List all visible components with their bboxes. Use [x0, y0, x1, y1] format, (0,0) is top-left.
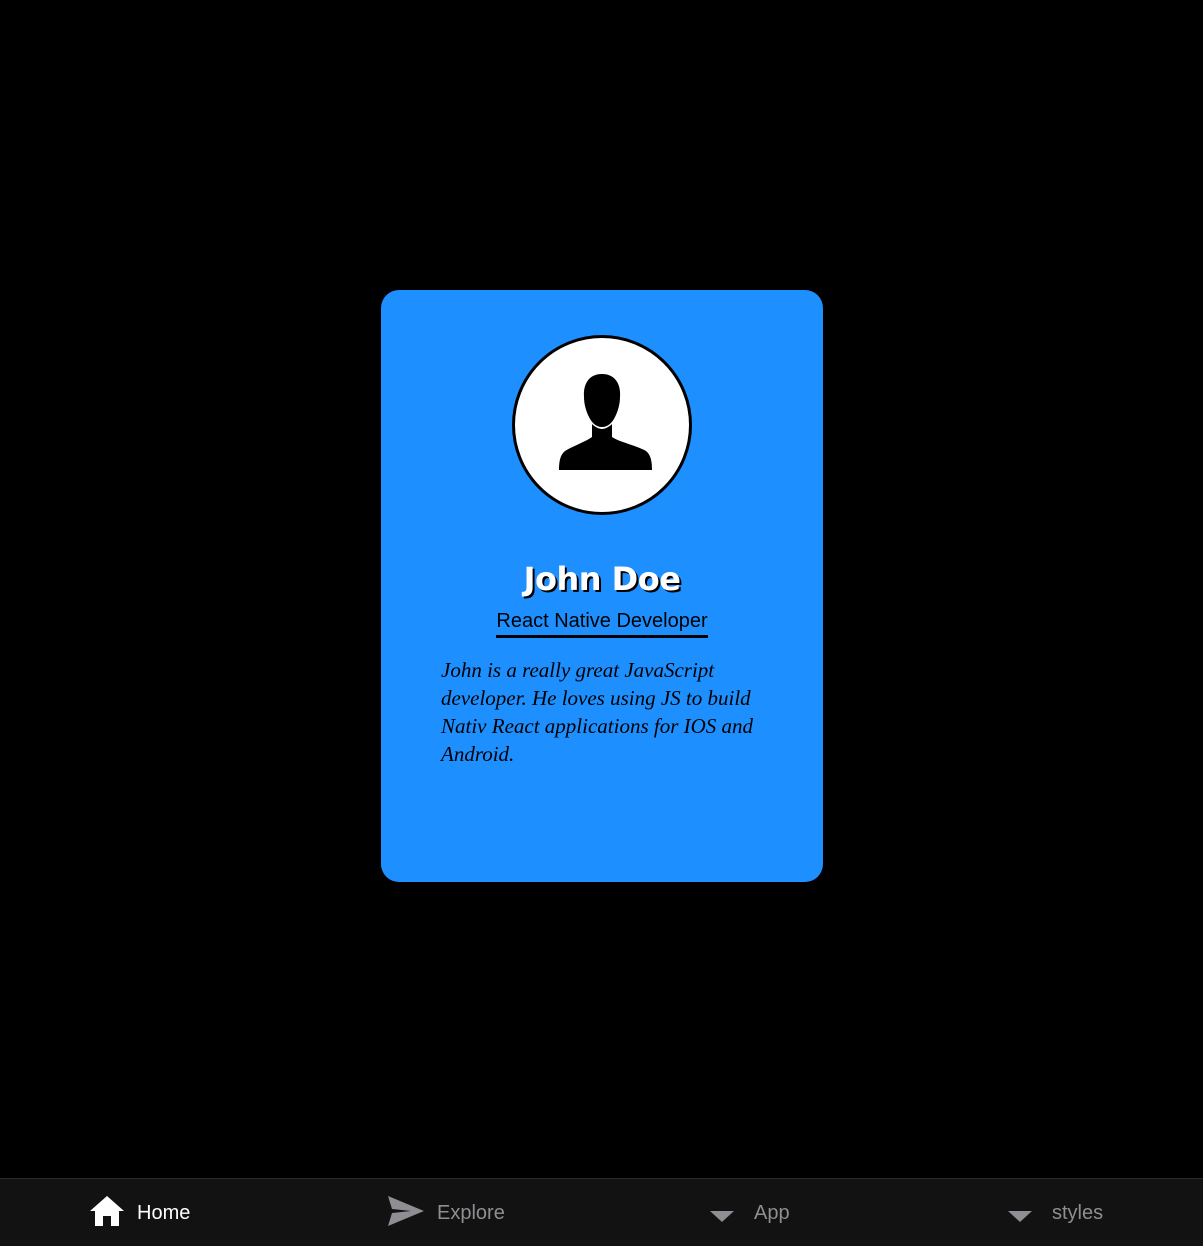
caret-down-icon [710, 1210, 734, 1222]
tab-home[interactable]: Home [89, 1179, 190, 1246]
profile-card: John Doe React Native Developer John is … [381, 290, 823, 882]
user-silhouette-icon [559, 374, 652, 470]
tab-explore[interactable]: Explore [387, 1179, 505, 1246]
tab-app-label: App [754, 1201, 790, 1224]
app-root: John Doe React Native Developer John is … [0, 0, 1203, 1246]
tab-styles-label: styles [1052, 1201, 1104, 1224]
profile-role-container: React Native Developer [381, 610, 823, 638]
avatar [512, 335, 692, 515]
profile-bio: John is a really great JavaScript develo… [441, 658, 754, 766]
bottom-tab-bar: Home Explore App styles [0, 1178, 1203, 1246]
tab-explore-label: Explore [437, 1201, 505, 1224]
tab-styles[interactable]: styles [1008, 1179, 1103, 1246]
caret-down-icon [1008, 1210, 1032, 1222]
main-content: John Doe React Native Developer John is … [0, 0, 1203, 1178]
send-icon [387, 1195, 425, 1232]
profile-role: React Native Developer [496, 610, 708, 638]
home-icon [89, 1195, 125, 1232]
tab-home-label: Home [137, 1201, 191, 1224]
profile-name: John Doe [523, 560, 681, 598]
tab-app[interactable]: App [710, 1179, 790, 1246]
